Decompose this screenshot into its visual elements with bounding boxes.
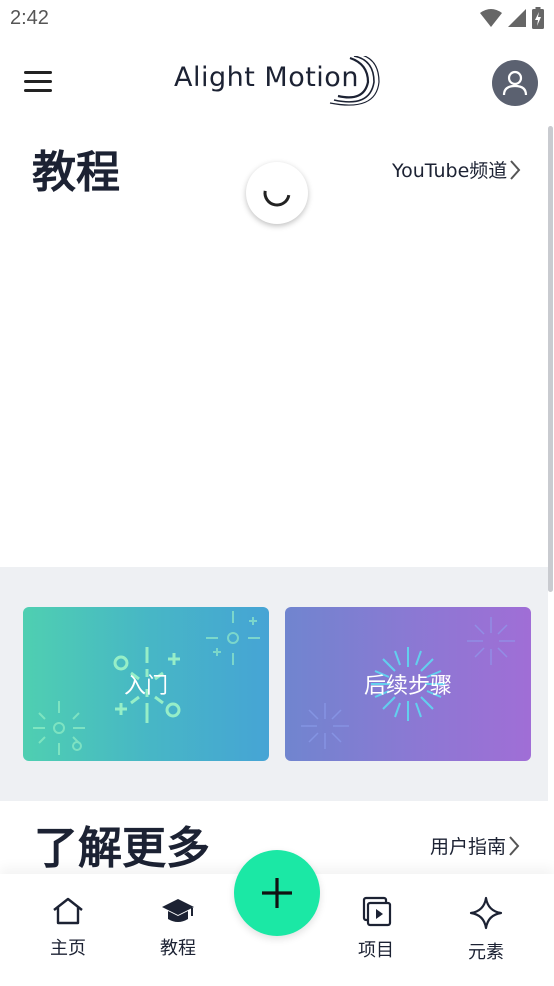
- learn-more-title: 了解更多: [34, 823, 210, 874]
- next-steps-label: 后续步骤: [363, 674, 452, 699]
- user-guide-link[interactable]: 用户指南: [430, 832, 520, 859]
- getting-started-label: 入门: [123, 674, 168, 699]
- menu-button[interactable]: [18, 60, 60, 102]
- nav-label-elements: 元素: [468, 942, 504, 963]
- logo-swoosh-icon: [329, 56, 380, 106]
- status-icons: [480, 7, 544, 29]
- projects-icon: [362, 896, 392, 927]
- nav-item-tutorials[interactable]: 教程: [138, 896, 218, 960]
- nav-label-home: 主页: [50, 938, 86, 959]
- graduation-cap-icon: [162, 899, 194, 922]
- home-icon: [53, 897, 83, 925]
- nav-item-projects[interactable]: 项目: [336, 896, 416, 962]
- scrollbar[interactable]: [548, 126, 553, 592]
- app-screen: 2:42 Alight Motion 教程 YouTube频道 入门 后续步骤 …: [0, 0, 554, 986]
- create-project-button[interactable]: [234, 850, 320, 936]
- nav-item-home[interactable]: 主页: [28, 896, 108, 960]
- loading-spinner-icon: [263, 190, 291, 207]
- youtube-channel-label: YouTube频道: [392, 160, 508, 182]
- battery-icon: [532, 7, 544, 29]
- app-logo: Alight Motion: [174, 56, 384, 108]
- tutorial-cards-section: 入门 后续步骤: [0, 567, 548, 801]
- person-icon: [502, 70, 528, 96]
- profile-button[interactable]: [492, 60, 538, 106]
- app-bar: Alight Motion: [0, 38, 554, 126]
- status-bar: 2:42: [0, 0, 554, 38]
- nav-label-projects: 项目: [358, 940, 394, 961]
- sparkle-icon: [469, 896, 503, 930]
- user-guide-label: 用户指南: [430, 836, 507, 858]
- youtube-channel-link[interactable]: YouTube频道: [392, 156, 521, 183]
- next-steps-card[interactable]: 后续步骤: [285, 607, 531, 761]
- plus-icon: [262, 878, 292, 908]
- chevron-right-icon: [510, 159, 521, 180]
- nav-item-elements[interactable]: 元素: [446, 896, 526, 964]
- signal-icon: [508, 9, 526, 27]
- hamburger-menu-icon: [24, 70, 52, 74]
- status-time: 2:42: [10, 7, 49, 29]
- tutorials-title: 教程: [32, 147, 120, 198]
- loading-spinner: [246, 162, 308, 224]
- getting-started-card[interactable]: 入门: [23, 607, 269, 761]
- wifi-icon: [480, 9, 502, 27]
- chevron-right-icon: [509, 835, 520, 856]
- nav-label-tutorials: 教程: [160, 938, 196, 959]
